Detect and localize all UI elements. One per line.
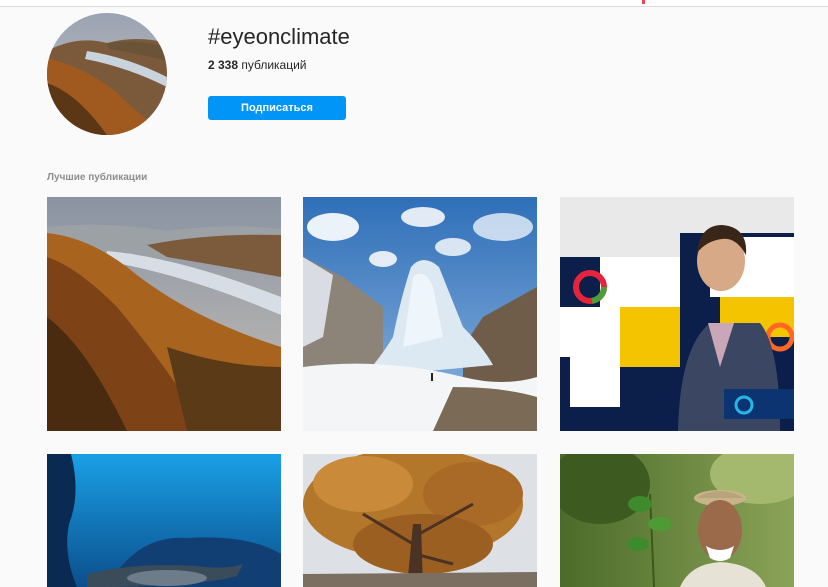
post-tile-farmer-seedling[interactable] [560, 454, 794, 587]
post-image [560, 197, 794, 431]
post-image [303, 197, 537, 431]
post-tile-autumn-tree[interactable] [303, 454, 537, 587]
post-count: 2 338 публикаций [208, 58, 307, 72]
post-tile-ice-stupa[interactable] [303, 197, 537, 431]
top-posts-heading: Лучшие публикации [47, 172, 148, 183]
follow-button[interactable]: Подписаться [208, 96, 346, 120]
post-tile-underwater-manta[interactable] [47, 454, 281, 587]
post-count-number: 2 338 [208, 58, 239, 72]
notification-indicator [642, 0, 645, 4]
top-navigation-bar [0, 0, 828, 7]
post-image [560, 454, 794, 587]
post-tile-cop25-chile[interactable] [560, 197, 794, 431]
post-image [47, 454, 281, 587]
hashtag-avatar [47, 13, 167, 135]
post-image [47, 197, 281, 431]
post-image [303, 454, 537, 587]
post-count-label: публикаций [241, 58, 307, 72]
hashtag-title: #eyeonclimate [208, 24, 350, 49]
post-tile-autumn-valley[interactable] [47, 197, 281, 431]
